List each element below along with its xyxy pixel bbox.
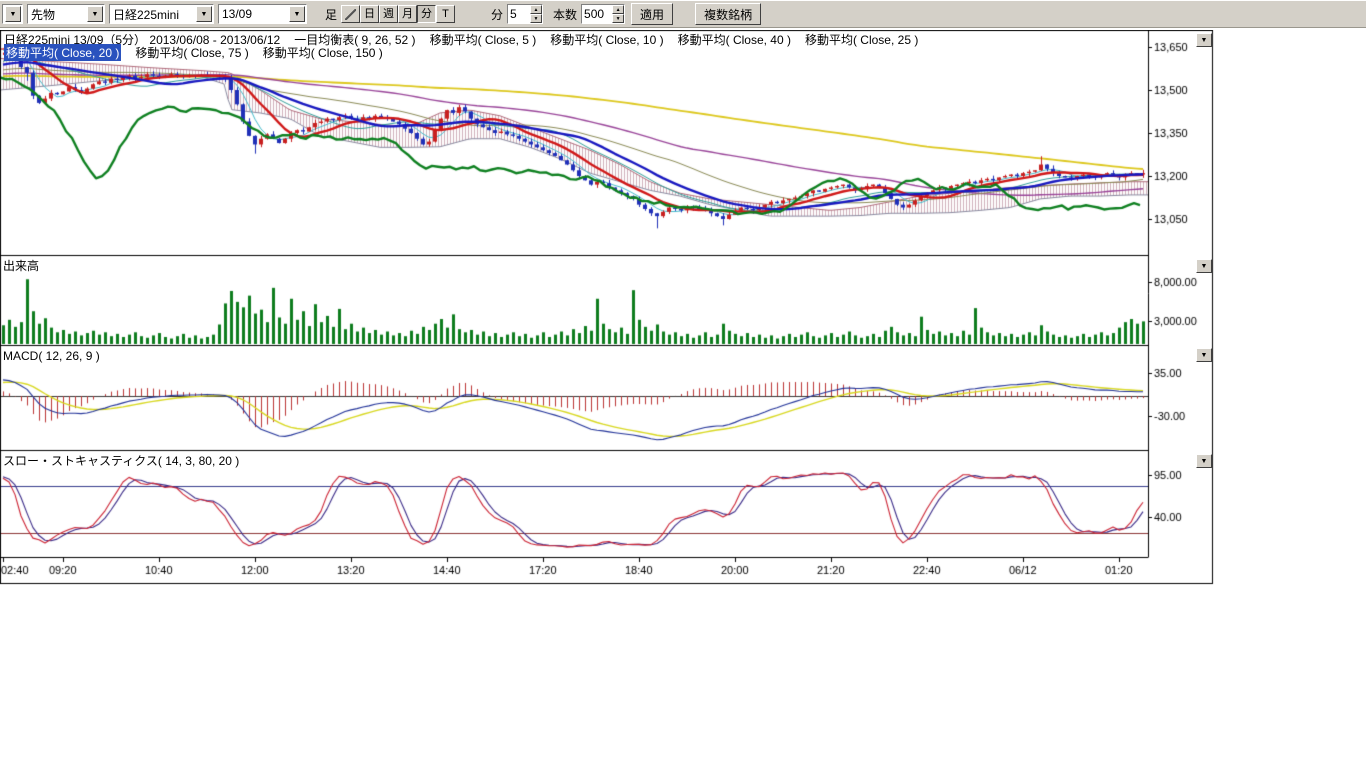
- period-button-day[interactable]: 日: [360, 5, 379, 23]
- price-axis-dropdown-button[interactable]: ▼: [1196, 33, 1212, 47]
- period-button-month[interactable]: 月: [398, 5, 417, 23]
- legend-ma10[interactable]: 移動平均( Close, 10 ): [550, 31, 663, 48]
- contract-month-value: 13/09: [219, 7, 289, 21]
- chevron-down-icon: ▼: [1201, 458, 1208, 465]
- period-button-group: 日 週 月 分 T: [341, 5, 455, 23]
- legend-ma25[interactable]: 移動平均( Close, 25 ): [805, 31, 918, 48]
- chevron-down-icon: ▼: [1201, 352, 1208, 359]
- legend-ma40[interactable]: 移動平均( Close, 40 ): [678, 31, 791, 48]
- legend-ma5[interactable]: 移動平均( Close, 5 ): [430, 31, 537, 48]
- bar-count-field: ▲▼: [581, 4, 625, 24]
- chevron-down-icon: ▼: [289, 6, 305, 22]
- minute-label: 分: [491, 6, 503, 23]
- chevron-down-icon: ▼: [87, 6, 103, 22]
- app-window: ▼ 先物 ▼ 日経225mini ▼ 13/09 ▼ 足 日 週 月 分 T 分…: [0, 0, 1366, 768]
- spinner-down-icon[interactable]: ▼: [612, 14, 624, 23]
- toolbar: ▼ 先物 ▼ 日経225mini ▼ 13/09 ▼ 足 日 週 月 分 T 分…: [0, 0, 1366, 28]
- apply-button[interactable]: 適用: [631, 3, 673, 25]
- volume-panel-label: 出来高: [3, 257, 39, 274]
- legend-ma20-selected[interactable]: 移動平均( Close, 20 ): [4, 44, 121, 61]
- period-button-diagonal[interactable]: [341, 5, 360, 23]
- diagonal-line-icon: [345, 9, 356, 20]
- contract-month-combo[interactable]: 13/09 ▼: [218, 4, 307, 24]
- instrument-type-value: 先物: [28, 6, 87, 23]
- multi-symbol-button[interactable]: 複数銘柄: [695, 3, 761, 25]
- minute-count-field: ▲▼: [507, 4, 543, 24]
- symbol-combo[interactable]: 日経225mini ▼: [109, 4, 214, 24]
- period-button-week[interactable]: 週: [379, 5, 398, 23]
- stoch-axis-dropdown-button[interactable]: ▼: [1196, 454, 1212, 468]
- ashi-label: 足: [325, 6, 337, 23]
- toolbar-mini-dropdown[interactable]: ▼: [2, 4, 23, 24]
- minute-count-input[interactable]: [508, 6, 530, 22]
- chevron-down-icon: ▼: [1201, 263, 1208, 270]
- chevron-down-icon: ▼: [1201, 37, 1208, 44]
- legend-ma75[interactable]: 移動平均( Close, 75 ): [135, 44, 248, 61]
- symbol-value: 日経225mini: [110, 6, 196, 23]
- chart-legend-row2: 移動平均( Close, 20 ) 移動平均( Close, 75 ) 移動平均…: [4, 44, 397, 61]
- instrument-type-combo[interactable]: 先物 ▼: [27, 4, 105, 24]
- legend-ma150[interactable]: 移動平均( Close, 150 ): [263, 44, 383, 61]
- bar-count-label: 本数: [553, 6, 577, 23]
- spinner-up-icon[interactable]: ▲: [530, 5, 542, 14]
- macd-axis-dropdown-button[interactable]: ▼: [1196, 348, 1212, 362]
- period-button-tick[interactable]: T: [436, 5, 455, 23]
- spinner-down-icon[interactable]: ▼: [530, 14, 542, 23]
- bar-count-input[interactable]: [582, 6, 612, 22]
- spinner-up-icon[interactable]: ▲: [612, 5, 624, 14]
- chevron-down-icon: ▼: [5, 6, 21, 22]
- stoch-panel-label: スロー・ストキャスティクス( 14, 3, 80, 20 ): [3, 452, 239, 469]
- spinner[interactable]: ▲▼: [612, 5, 624, 23]
- volume-axis-dropdown-button[interactable]: ▼: [1196, 259, 1212, 273]
- macd-panel-label: MACD( 12, 26, 9 ): [3, 349, 100, 363]
- spinner[interactable]: ▲▼: [530, 5, 542, 23]
- chart-canvas[interactable]: [0, 30, 1214, 586]
- chevron-down-icon: ▼: [196, 6, 212, 22]
- period-button-minute[interactable]: 分: [417, 5, 436, 23]
